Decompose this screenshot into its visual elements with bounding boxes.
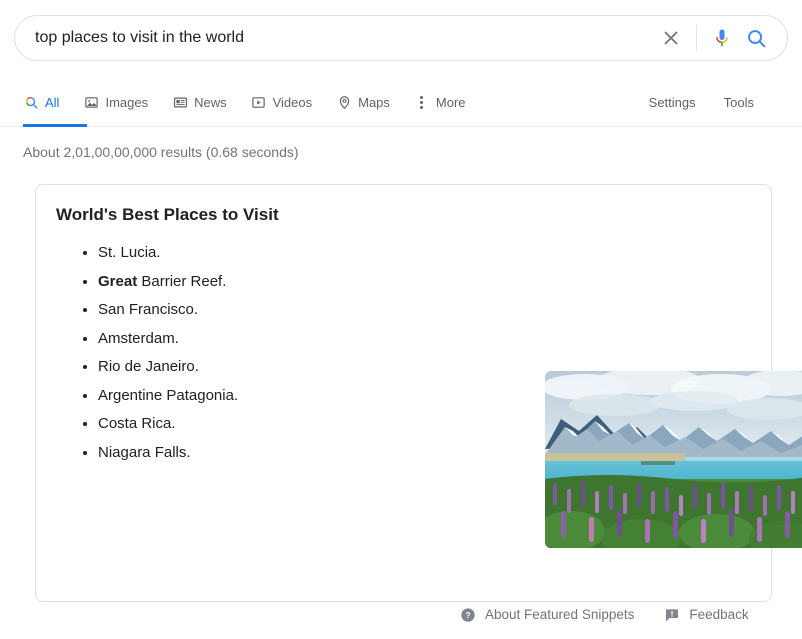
news-icon [172,95,188,111]
image-icon [83,95,99,111]
list-item-text: Argentine Patagonia. [98,386,239,404]
dot [420,106,424,109]
result-stats: About 2,01,00,00,000 results (0.68 secon… [23,144,299,160]
microphone-icon[interactable] [705,21,739,55]
list-item: Costa Rica. [98,414,516,434]
tools-link[interactable]: Tools [724,95,754,111]
map-pin-icon [336,95,352,111]
tab-all[interactable]: All [23,80,59,125]
list-item-text: Amsterdam. [98,329,179,347]
search-tabs-row: All Images News Videos Maps More Setting… [0,80,802,127]
search-bar-divider [696,25,697,51]
active-tab-underline [23,124,87,127]
feedback-label: Feedback [689,607,749,622]
video-icon [251,95,267,111]
list-item: St. Lucia. [98,243,516,263]
search-icon [23,95,39,111]
list-item-text: St. Lucia. [98,244,161,261]
feedback-link[interactable]: Feedback [664,606,749,624]
close-icon[interactable] [654,21,688,55]
list-item-text: Costa Rica. [98,415,176,432]
tab-news-label: News [194,94,227,110]
more-vertical-icon [414,95,430,111]
search-bar[interactable]: top places to visit in the world [14,15,788,61]
list-item-text: Barrier Reef. [137,272,227,290]
featured-snippet-card: World's Best Places to Visit St. Lucia. … [35,184,802,602]
tab-videos[interactable]: Videos [251,80,313,125]
tab-videos-label: Videos [272,94,313,110]
about-featured-snippets-label: About Featured Snippets [485,607,635,622]
search-icon[interactable] [739,21,773,55]
feedback-flag-icon [664,607,680,623]
search-input[interactable]: top places to visit in the world [15,28,654,48]
list-item: Amsterdam. [98,329,516,349]
help-circle-icon: ? [460,607,476,623]
tab-maps-label: Maps [358,94,390,110]
tab-images-label: Images [105,94,149,110]
search-bar-actions [654,21,787,55]
list-item: Argentine Patagonia. [98,386,516,406]
tabs-right-links: Settings Tools [621,80,754,125]
about-featured-snippets-link[interactable]: ? About Featured Snippets [460,606,634,624]
snippet-list: St. Lucia. Great Barrier Reef. San Franc… [76,243,516,471]
tab-all-label: All [45,94,60,110]
tab-more[interactable]: More [414,80,466,125]
list-item: San Francisco. [98,300,516,320]
list-item: Great Barrier Reef. [98,272,516,292]
tab-maps[interactable]: Maps [336,80,390,125]
search-tabs: All Images News Videos Maps More [23,80,490,125]
snippet-thumbnail-image[interactable] [545,371,802,548]
list-item-bold: Great [98,272,138,290]
search-query-text: top places to visit in the world [35,29,244,46]
list-item-text: Rio de Janeiro. [98,358,199,375]
google-search-results-page: top places to visit in the world All Ima… [0,0,802,639]
snippet-footer: ? About Featured Snippets Feedback [460,606,779,624]
dot [420,101,424,104]
dot [420,96,424,99]
tab-more-label: More [435,94,466,110]
tab-news[interactable]: News [172,80,227,125]
settings-link[interactable]: Settings [649,95,696,111]
tab-images[interactable]: Images [83,80,148,125]
list-item-text: San Francisco. [98,301,199,318]
snippet-title: World's Best Places to Visit [56,205,279,224]
list-item: Niagara Falls. [98,443,516,463]
svg-text:?: ? [465,610,470,620]
list-item-text: Niagara Falls. [98,443,191,461]
list-item: Rio de Janeiro. [98,357,516,377]
